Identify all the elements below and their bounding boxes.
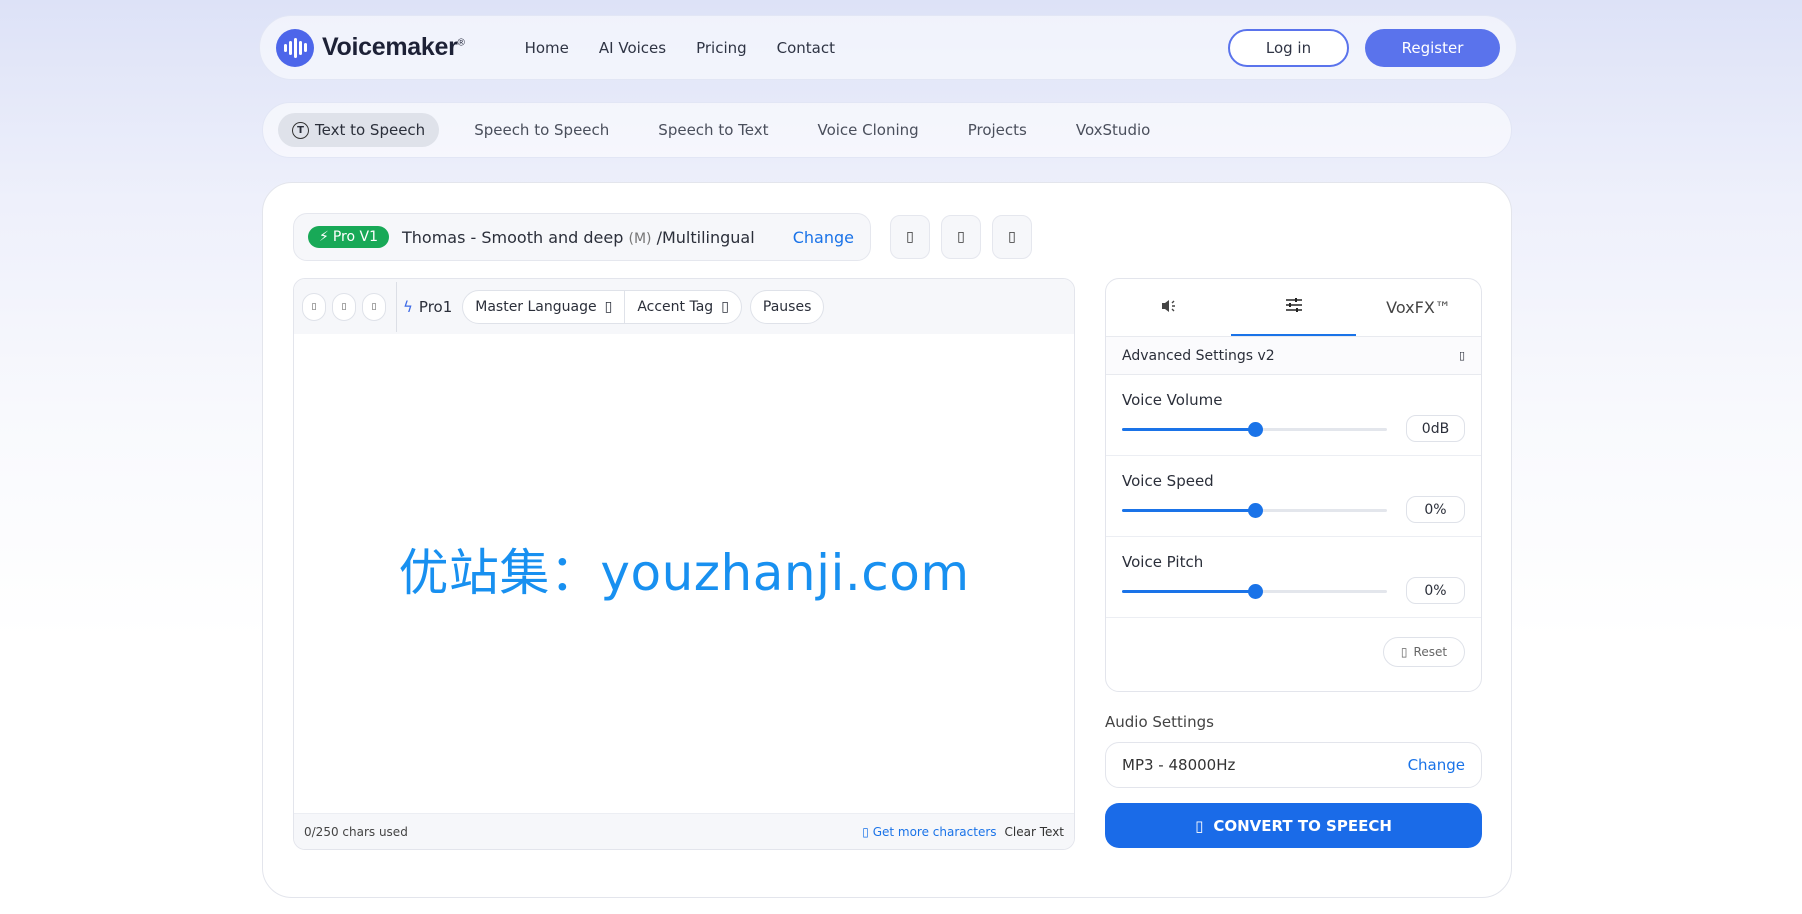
change-audio-link[interactable]: Change [1408, 756, 1465, 774]
toolbar-divider [396, 281, 397, 332]
slider-handle[interactable] [1247, 422, 1263, 437]
clear-text-button[interactable]: Clear Text [1005, 825, 1064, 839]
voice-speed-value[interactable]: 0% [1406, 496, 1465, 523]
nav-pricing[interactable]: Pricing [696, 39, 747, 57]
reset-icon: ▯ [1400, 645, 1408, 659]
master-language-dropdown[interactable]: Master Language ▯ [463, 291, 624, 323]
sliders-icon [1285, 297, 1303, 317]
top-navbar: Voicemaker® Home AI Voices Pricing Conta… [259, 15, 1517, 80]
audio-settings-selector[interactable]: MP3 - 48000Hz Change [1105, 742, 1482, 788]
watermark-text: 优站集：youzhanji.com [398, 544, 970, 602]
download-icon[interactable]: ▯ [992, 215, 1032, 259]
history-icon[interactable]: ▯ [941, 215, 981, 259]
tab-settings[interactable] [1231, 279, 1356, 336]
collapse-icon: ▯ [1458, 349, 1465, 362]
char-counter: 0/250 chars used [304, 824, 408, 839]
language-accent-controls: Master Language ▯ Accent Tag ▯ [462, 289, 742, 324]
tab-voxfx[interactable]: VoxFX™ [1356, 279, 1481, 336]
text-input-area[interactable]: 优站集：youzhanji.com [294, 334, 1074, 814]
tab-projects[interactable]: Projects [954, 113, 1041, 147]
engine-indicator[interactable]: ϟ Pro1 [403, 298, 452, 316]
slider-fill [1122, 509, 1255, 512]
tts-workspace: ⚡ Pro V1 Thomas - Smooth and deep (M) /M… [262, 182, 1512, 898]
tab-voxstudio[interactable]: VoxStudio [1062, 113, 1164, 147]
slider-handle[interactable] [1247, 584, 1263, 599]
convert-icon: ▯ [1195, 816, 1204, 835]
settings-panel: VoxFX™ Advanced Settings v2 ▯ Voice Volu… [1105, 278, 1482, 692]
voice-pitch-value[interactable]: 0% [1406, 577, 1465, 604]
editor-toolbar: ▯ ▯ ▯ ϟ Pro1 Master Language ▯ Accent Tag… [294, 279, 1074, 334]
voice-volume-label: Voice Volume [1122, 391, 1223, 409]
pro-badge: ⚡ Pro V1 [308, 226, 389, 248]
voice-pitch-row: Voice Pitch 0% [1106, 537, 1481, 618]
main-nav: Home AI Voices Pricing Contact [525, 39, 835, 57]
waveform-logo-icon [276, 28, 314, 67]
tab-audio-preview[interactable] [1106, 279, 1231, 336]
bolt-icon: ⚡ [319, 229, 329, 245]
voice-name: Thomas - Smooth and deep (M) /Multilingu… [402, 227, 755, 247]
tab-text-to-speech[interactable]: T Text to Speech [278, 113, 440, 147]
brand-logo[interactable]: Voicemaker® [276, 28, 465, 67]
engine-label: Pro1 [418, 297, 453, 316]
change-voice-link[interactable]: Change [793, 228, 854, 247]
editor-footer: 0/250 chars used ▯ Get more characters C… [294, 813, 1074, 849]
voice-speed-row: Voice Speed 0% [1106, 456, 1481, 537]
voice-pitch-slider[interactable] [1122, 584, 1387, 599]
advanced-settings-header[interactable]: Advanced Settings v2 ▯ [1106, 337, 1481, 375]
convert-to-speech-button[interactable]: ▯ CONVERT TO SPEECH [1105, 803, 1482, 848]
tab-label: Text to Speech [315, 121, 426, 139]
text-circle-icon: T [292, 121, 309, 139]
settings-tabs: VoxFX™ [1106, 279, 1481, 337]
tab-voice-cloning[interactable]: Voice Cloning [803, 113, 932, 147]
voice-speed-label: Voice Speed [1122, 472, 1214, 490]
auth-buttons: Log in Register [1228, 28, 1500, 67]
voice-selector[interactable]: ⚡ Pro V1 Thomas - Smooth and deep (M) /M… [293, 213, 871, 261]
audio-settings-label: Audio Settings [1105, 713, 1214, 731]
reset-button[interactable]: ▯ Reset [1383, 637, 1465, 667]
upload-icon[interactable]: ▯ [362, 292, 386, 321]
text-editor: ▯ ▯ ▯ ϟ Pro1 Master Language ▯ Accent Tag… [293, 278, 1075, 850]
register-button[interactable]: Register [1365, 28, 1500, 67]
voice-pitch-label: Voice Pitch [1122, 553, 1204, 571]
tab-speech-to-text[interactable]: Speech to Text [644, 113, 782, 147]
bolt-icon: ϟ [403, 297, 413, 316]
favorite-icon[interactable]: ▯ [890, 215, 930, 259]
voice-volume-row: Voice Volume 0dB [1106, 375, 1481, 456]
slider-fill [1122, 590, 1255, 593]
slider-handle[interactable] [1247, 503, 1263, 518]
nav-contact[interactable]: Contact [777, 39, 835, 57]
nav-ai-voices[interactable]: AI Voices [599, 39, 666, 57]
pauses-button[interactable]: Pauses [749, 289, 825, 324]
nav-home[interactable]: Home [525, 39, 569, 57]
voice-volume-value[interactable]: 0dB [1406, 415, 1465, 442]
dropdown-icon: ▯ [604, 298, 613, 315]
voice-volume-slider[interactable] [1122, 422, 1387, 437]
accent-tag-dropdown[interactable]: Accent Tag ▯ [624, 290, 741, 323]
undo-icon[interactable]: ▯ [302, 292, 326, 321]
audio-format-value: MP3 - 48000Hz [1122, 756, 1236, 774]
pro-badge-label: Pro V1 [332, 229, 378, 245]
speaker-icon [1160, 298, 1178, 318]
redo-icon[interactable]: ▯ [332, 292, 356, 321]
brand-name: Voicemaker® [322, 33, 465, 61]
tool-tabs: T Text to Speech Speech to Speech Speech… [262, 102, 1512, 158]
slider-fill [1122, 428, 1255, 431]
tab-speech-to-speech[interactable]: Speech to Speech [460, 113, 623, 147]
login-button[interactable]: Log in [1228, 28, 1349, 67]
voice-speed-slider[interactable] [1122, 503, 1387, 518]
get-more-characters-link[interactable]: ▯ Get more characters [862, 825, 996, 839]
dropdown-icon: ▯ [721, 298, 729, 315]
